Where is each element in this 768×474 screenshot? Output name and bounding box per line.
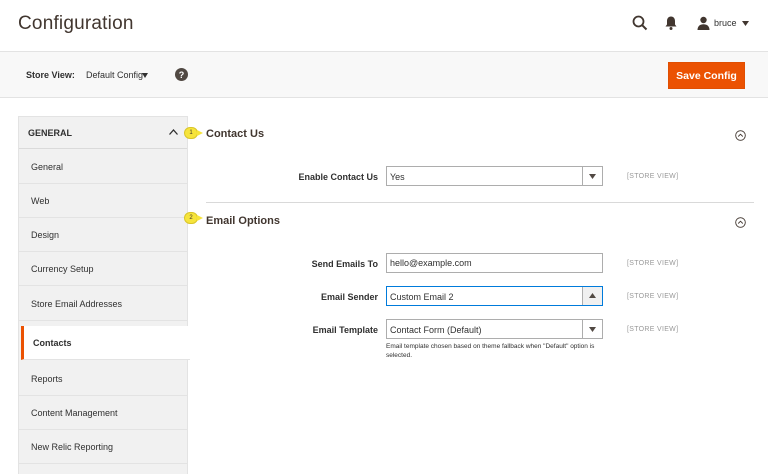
email-template-select[interactable]: Contact Form (Default) bbox=[386, 319, 603, 339]
scope-label: [STORE VIEW] bbox=[627, 326, 679, 333]
sidebar-item-design[interactable]: Design bbox=[19, 218, 187, 252]
sidebar-item-label: Web bbox=[31, 196, 50, 206]
scope-label: [STORE VIEW] bbox=[627, 293, 679, 300]
sidebar-item-label: Content Management bbox=[31, 408, 118, 418]
enable-contact-us-label: Enable Contact Us bbox=[298, 172, 378, 182]
page-header: Configuration bruce bbox=[0, 0, 768, 52]
select-arrow[interactable] bbox=[582, 287, 602, 305]
user-menu[interactable]: bruce bbox=[697, 14, 749, 32]
page-title: Configuration bbox=[18, 13, 134, 34]
sidebar-item-general[interactable]: General bbox=[19, 150, 187, 184]
email-template-note: Email template chosen based on theme fal… bbox=[386, 343, 595, 359]
sidebar-item-reports[interactable]: Reports bbox=[19, 362, 187, 396]
email-sender-value: Custom Email 2 bbox=[390, 292, 454, 302]
sidebar-item-label: Design bbox=[31, 230, 60, 240]
sidebar-item-label: Reports bbox=[31, 374, 63, 384]
chevron-up-icon[interactable] bbox=[169, 129, 178, 135]
section-title-contact-us[interactable]: Contact Us bbox=[206, 128, 264, 140]
sidebar-item-label: General bbox=[31, 162, 64, 172]
chevron-down-icon bbox=[589, 327, 596, 332]
email-sender-label: Email Sender bbox=[320, 292, 378, 302]
send-emails-to-label: Send Emails To bbox=[311, 259, 378, 269]
sidebar-item-content-management[interactable]: Content Management bbox=[19, 396, 187, 430]
sidebar-item-currency-setup[interactable]: Currency Setup bbox=[19, 252, 187, 286]
send-emails-to-input[interactable] bbox=[386, 253, 603, 273]
select-arrow[interactable] bbox=[582, 320, 602, 338]
sidebar-item-label: Contacts bbox=[33, 338, 72, 348]
chevron-down-icon bbox=[741, 20, 749, 26]
chevron-down-icon bbox=[589, 174, 596, 179]
callout-pointer-icon bbox=[197, 215, 203, 221]
store-view-label: Store View: bbox=[26, 70, 75, 80]
collapse-icon[interactable] bbox=[735, 217, 746, 228]
email-sender-select[interactable]: Custom Email 2 bbox=[386, 286, 603, 306]
collapse-icon[interactable] bbox=[735, 130, 746, 141]
sidebar-item-new-relic-reporting[interactable]: New Relic Reporting bbox=[19, 430, 187, 464]
callout-badge: 1 bbox=[184, 127, 198, 139]
svg-text:?: ? bbox=[179, 70, 185, 80]
help-icon[interactable]: ? bbox=[175, 68, 188, 81]
sidebar-item-label: Currency Setup bbox=[31, 264, 94, 274]
email-template-label: Email Template bbox=[312, 325, 378, 335]
sidebar-item-contacts[interactable]: Contacts bbox=[21, 326, 190, 360]
save-config-button[interactable]: Save Config bbox=[668, 62, 745, 89]
scope-label: [STORE VIEW] bbox=[627, 260, 679, 267]
store-view-switcher[interactable]: Default Config bbox=[86, 70, 143, 80]
section-divider bbox=[206, 202, 754, 203]
user-icon bbox=[697, 16, 710, 30]
config-sidebar: GENERAL General Web Design Currency Setu… bbox=[18, 116, 190, 474]
scope-label: [STORE VIEW] bbox=[627, 173, 679, 180]
sidebar-group-general[interactable]: GENERAL bbox=[19, 117, 187, 149]
chevron-up-icon bbox=[589, 293, 596, 298]
bell-icon[interactable] bbox=[664, 15, 678, 31]
section-title-email-options[interactable]: Email Options bbox=[206, 215, 280, 227]
sidebar-item-store-email-addresses[interactable]: Store Email Addresses bbox=[19, 287, 187, 321]
enable-contact-us-value: Yes bbox=[390, 172, 405, 182]
user-name: bruce bbox=[714, 18, 737, 28]
select-arrow[interactable] bbox=[582, 167, 602, 185]
email-template-value: Contact Form (Default) bbox=[390, 325, 482, 335]
sidebar-item-label: New Relic Reporting bbox=[31, 442, 114, 452]
search-icon[interactable] bbox=[632, 15, 648, 31]
sidebar-item-web[interactable]: Web bbox=[19, 184, 187, 218]
chevron-down-icon[interactable] bbox=[142, 73, 148, 78]
sidebar-item-label: Store Email Addresses bbox=[31, 299, 123, 309]
sidebar-group-label: GENERAL bbox=[28, 128, 73, 138]
enable-contact-us-select[interactable]: Yes bbox=[386, 166, 603, 186]
store-view-bar: Store View: Default Config ? Save Config bbox=[0, 51, 768, 98]
callout-pointer-icon bbox=[197, 130, 203, 136]
callout-badge: 2 bbox=[184, 212, 198, 224]
